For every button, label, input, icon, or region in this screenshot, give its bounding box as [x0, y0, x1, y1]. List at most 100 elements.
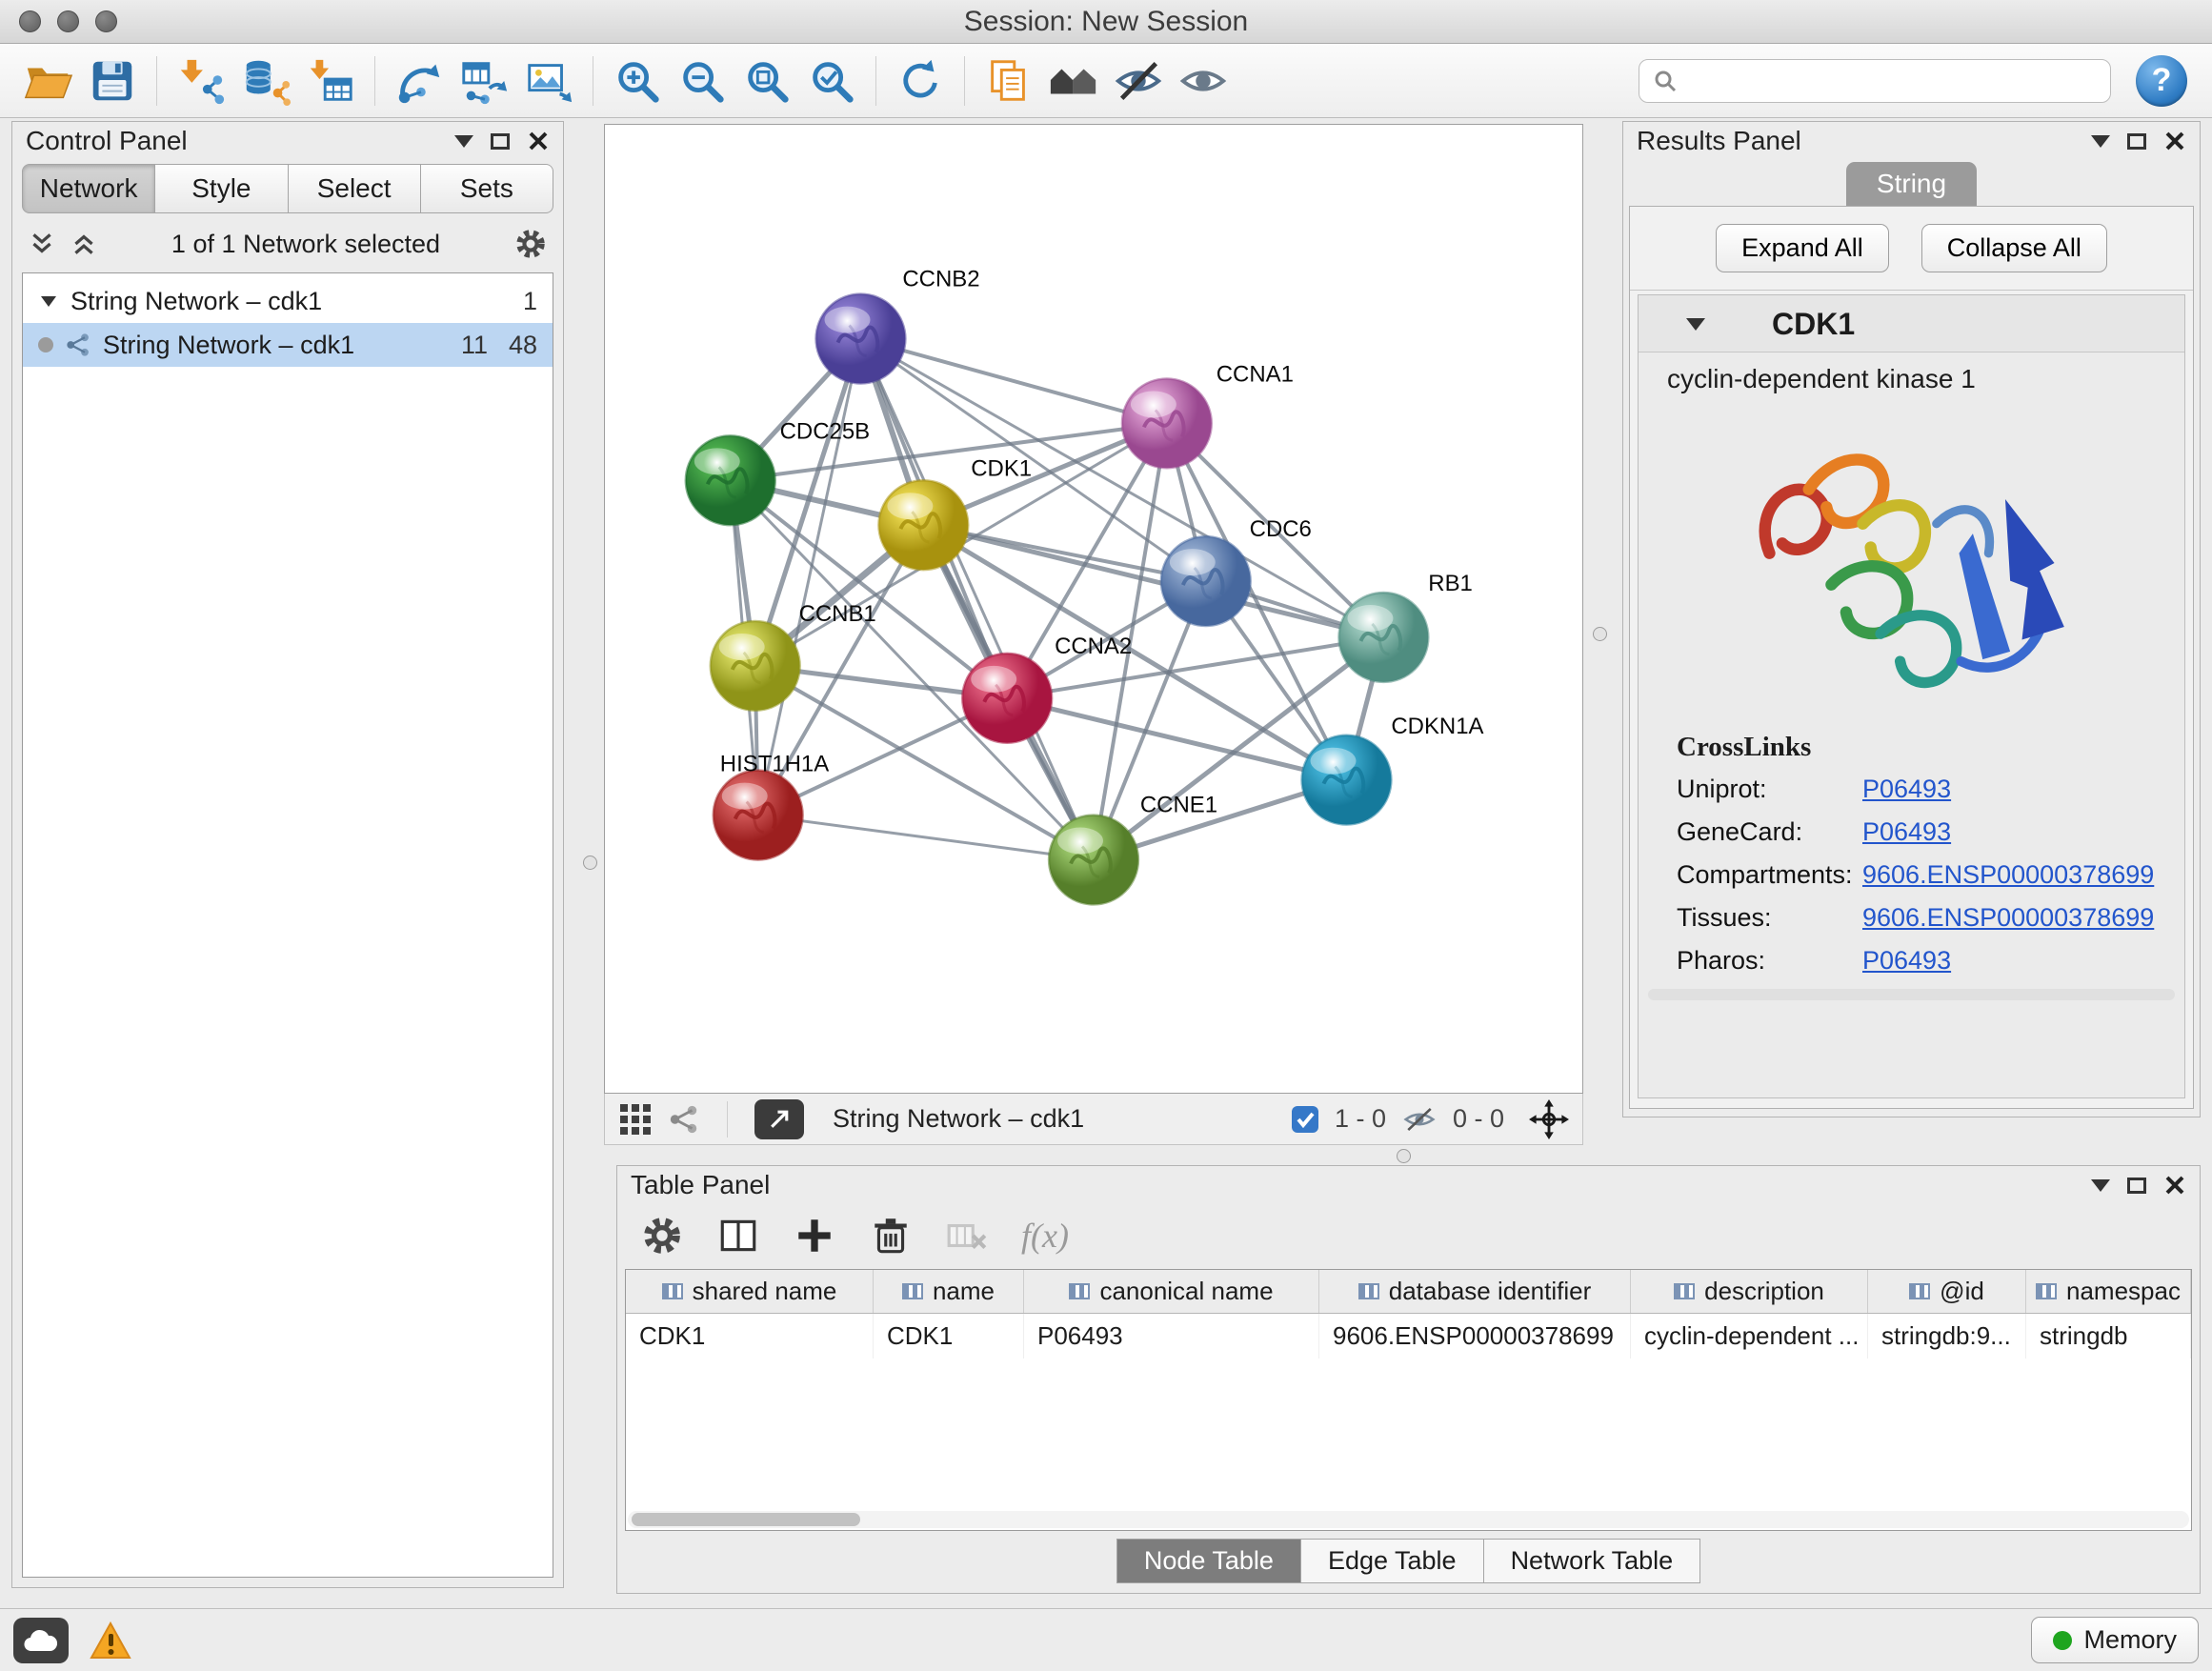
network-edge-ccnb2-ccne1[interactable] — [860, 339, 1094, 860]
table-cell[interactable]: stringdb — [2026, 1314, 2191, 1359]
export-image-button[interactable] — [516, 50, 581, 112]
pan-crosshair-icon[interactable] — [1529, 1099, 1569, 1139]
network-node-cdc6[interactable]: CDC6 — [1161, 516, 1312, 626]
zoom-selected-button[interactable] — [799, 50, 864, 112]
network-row[interactable]: String Network – cdk1 11 48 — [23, 323, 553, 367]
bottom-splitter-handle[interactable] — [1397, 1149, 1411, 1163]
column-header-name[interactable]: name — [874, 1270, 1024, 1313]
zoom-in-button[interactable] — [605, 50, 670, 112]
birds-eye-view-button[interactable] — [754, 1099, 804, 1139]
zoom-fit-button[interactable] — [734, 50, 799, 112]
selected-checkbox-icon[interactable] — [1291, 1105, 1319, 1134]
column-header-namespac[interactable]: namespac — [2026, 1270, 2191, 1313]
table-horizontal-scrollbar[interactable] — [628, 1511, 2189, 1528]
add-row-plus-icon[interactable] — [793, 1214, 836, 1258]
import-network-from-database-button[interactable] — [233, 50, 298, 112]
import-network-from-file-button[interactable] — [169, 50, 233, 112]
tab-style[interactable]: Style — [155, 164, 288, 213]
function-builder-button[interactable]: f(x) — [1021, 1216, 1069, 1256]
crosslink-link[interactable]: 9606.ENSP00000378699 — [1862, 903, 2154, 933]
delete-trash-icon[interactable] — [869, 1214, 913, 1258]
gene-card-header[interactable]: CDK1 — [1639, 295, 2184, 352]
close-panel-icon[interactable] — [2163, 1174, 2186, 1197]
table-settings-gear-icon[interactable] — [640, 1214, 684, 1258]
left-splitter-handle[interactable] — [583, 856, 597, 870]
warning-icon[interactable] — [90, 1621, 131, 1660]
table-cell[interactable]: cyclin-dependent ... — [1631, 1314, 1868, 1359]
new-network-button[interactable] — [387, 50, 452, 112]
hidden-eye-slash-icon[interactable] — [1401, 1105, 1438, 1134]
network-view[interactable]: CCNB2CCNA1CDC25BCDK1CDC6RB1CCNB1CCNA2CDK… — [604, 124, 1583, 1094]
network-edge-cdk1-rb1[interactable] — [923, 525, 1383, 637]
panel-menu-icon[interactable] — [2091, 1179, 2110, 1192]
scrollbar-thumb[interactable] — [632, 1513, 860, 1526]
panel-menu-icon[interactable] — [2091, 135, 2110, 148]
import-table-from-file-button[interactable] — [298, 50, 363, 112]
share-view-icon[interactable] — [668, 1103, 700, 1136]
open-session-button[interactable] — [15, 50, 80, 112]
network-edge-ccnb2-hist1h1a[interactable] — [758, 339, 861, 815]
memory-button[interactable]: Memory — [2031, 1617, 2199, 1663]
help-button[interactable]: ? — [2136, 55, 2187, 107]
column-header-description[interactable]: description — [1631, 1270, 1868, 1313]
network-node-ccnb1[interactable]: CCNB1 — [711, 601, 876, 711]
results-scrollbar[interactable] — [1648, 989, 2175, 1000]
crosslink-link[interactable]: P06493 — [1862, 817, 1951, 847]
network-node-cdkn1a[interactable]: CDKN1A — [1302, 714, 1484, 825]
tab-select[interactable]: Select — [289, 164, 421, 213]
tab-edge-table[interactable]: Edge Table — [1301, 1539, 1484, 1583]
float-panel-icon[interactable] — [2127, 1178, 2146, 1194]
network-node-ccne1[interactable]: CCNE1 — [1049, 793, 1217, 905]
apply-layout-button[interactable] — [888, 50, 953, 112]
tab-string[interactable]: String — [1846, 162, 1977, 206]
table-row[interactable]: CDK1CDK1P064939606.ENSP00000378699cyclin… — [626, 1314, 2191, 1359]
close-panel-icon[interactable] — [527, 130, 550, 152]
network-edge-ccnb2-ccna1[interactable] — [860, 339, 1166, 424]
network-node-hist1h1a[interactable]: HIST1H1A — [714, 752, 829, 860]
crosslink-link[interactable]: 9606.ENSP00000378699 — [1862, 860, 2154, 890]
table-cell[interactable]: CDK1 — [626, 1314, 874, 1359]
column-header-shared-name[interactable]: shared name — [626, 1270, 874, 1313]
network-graph[interactable]: CCNB2CCNA1CDC25BCDK1CDC6RB1CCNB1CCNA2CDK… — [605, 125, 1582, 1093]
save-session-button[interactable] — [80, 50, 145, 112]
right-splitter-handle[interactable] — [1593, 627, 1607, 641]
show-neighbors-button[interactable] — [1041, 50, 1106, 112]
zoom-out-button[interactable] — [670, 50, 734, 112]
table-cell[interactable]: P06493 — [1024, 1314, 1319, 1359]
tab-sets[interactable]: Sets — [421, 164, 553, 213]
search-input[interactable] — [1687, 67, 2097, 94]
table-cell[interactable]: 9606.ENSP00000378699 — [1319, 1314, 1631, 1359]
panel-menu-icon[interactable] — [454, 135, 473, 148]
gear-icon[interactable] — [513, 227, 548, 261]
crosslink-link[interactable]: P06493 — [1862, 946, 1951, 976]
disclosure-triangle-icon[interactable] — [38, 291, 59, 312]
expand-all-icon[interactable] — [70, 230, 98, 258]
show-all-button[interactable] — [1171, 50, 1236, 112]
network-node-ccna1[interactable]: CCNA1 — [1122, 361, 1294, 468]
gene-disclosure-icon[interactable] — [1686, 318, 1705, 331]
tab-network-table[interactable]: Network Table — [1484, 1539, 1701, 1583]
float-panel-icon[interactable] — [2127, 133, 2146, 150]
expand-all-button[interactable]: Expand All — [1716, 224, 1889, 272]
tab-node-table[interactable]: Node Table — [1116, 1539, 1301, 1583]
column-header--id[interactable]: @id — [1868, 1270, 2026, 1313]
table-cell[interactable]: CDK1 — [874, 1314, 1024, 1359]
close-window-button[interactable] — [19, 10, 41, 32]
collapse-all-icon[interactable] — [28, 230, 56, 258]
create-column-icon[interactable] — [716, 1214, 760, 1258]
collapse-all-button[interactable]: Collapse All — [1921, 224, 2107, 272]
tab-network[interactable]: Network — [22, 164, 155, 213]
grid-view-icon[interactable] — [618, 1102, 653, 1137]
float-panel-icon[interactable] — [491, 133, 510, 150]
crosslink-link[interactable]: P06493 — [1862, 775, 1951, 804]
network-node-cdk1[interactable]: CDK1 — [878, 455, 1032, 570]
network-edge-hist1h1a-ccne1[interactable] — [758, 815, 1094, 860]
table-cell[interactable]: stringdb:9... — [1868, 1314, 2026, 1359]
network-collection-row[interactable]: String Network – cdk1 1 — [23, 279, 553, 323]
column-header-database-identifier[interactable]: database identifier — [1319, 1270, 1631, 1313]
copy-style-button[interactable] — [976, 50, 1041, 112]
minimize-window-button[interactable] — [57, 10, 79, 32]
close-panel-icon[interactable] — [2163, 130, 2186, 152]
maximize-window-button[interactable] — [95, 10, 117, 32]
hide-selected-button[interactable] — [1106, 50, 1171, 112]
